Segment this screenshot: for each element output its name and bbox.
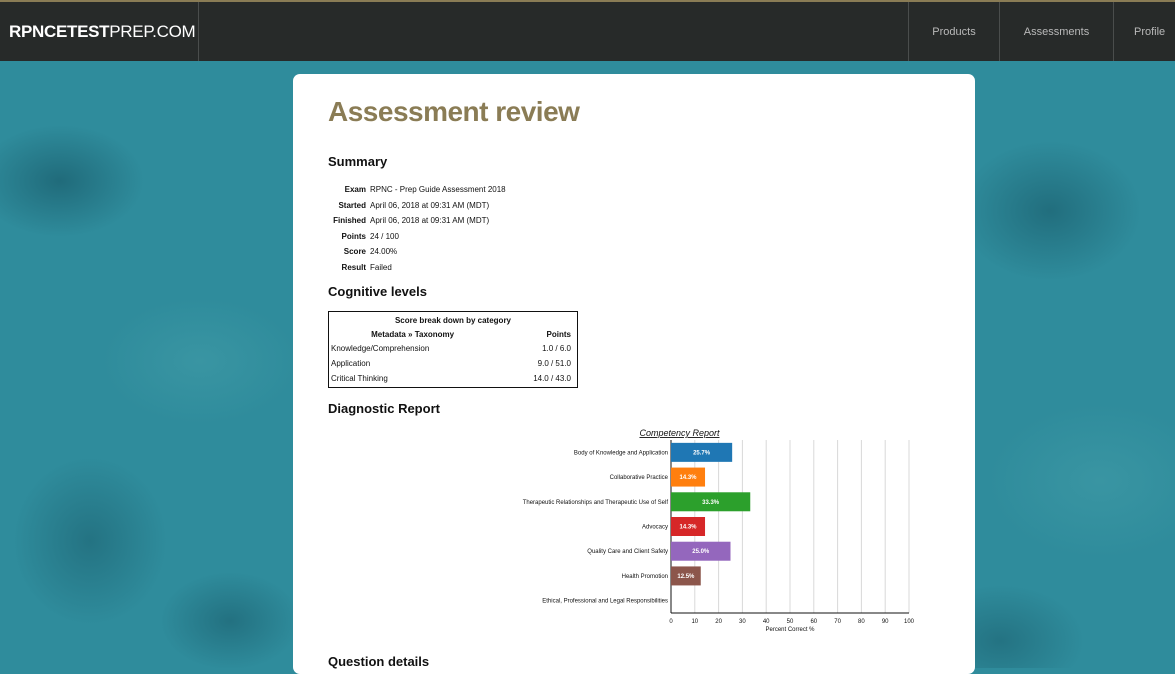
x-tick-label: 50	[787, 619, 794, 625]
x-tick-label: 30	[739, 619, 746, 625]
nav-profile[interactable]: Profile	[1113, 2, 1175, 61]
question-details-heading: Question details	[328, 654, 430, 669]
competency-report-chart: Competency Report 0 10 20 30 40 50 60 70 80 90 100 P…	[523, 428, 915, 633]
x-axis-label: Percent Correct %	[765, 627, 815, 633]
logo-bold-text: RPNCETEST	[9, 21, 110, 41]
x-tick-label: 40	[763, 619, 770, 625]
nav-assessments[interactable]: Assessments	[999, 2, 1113, 61]
category-label: Collaborative Practice	[610, 475, 669, 481]
data-label: 25.0%	[692, 549, 710, 555]
data-label: 14.3%	[680, 525, 698, 531]
category-label: Quality Care and Client Safety	[587, 549, 668, 555]
x-tick-label: 100	[904, 619, 915, 625]
category-label: Therapeutic Relationships and Therapeuti…	[523, 500, 669, 506]
x-tick-label: 20	[715, 619, 722, 625]
top-navigation-bar: RPNCETEST PREP.COM Products Assessments P…	[0, 0, 1175, 61]
category-label: Advocacy	[642, 525, 668, 531]
x-tick-label: 80	[858, 619, 865, 625]
main-nav: Products Assessments Profile	[908, 2, 1175, 61]
x-tick-label: 10	[691, 619, 698, 625]
x-tick-label: 0	[669, 619, 673, 625]
data-label: 14.3%	[680, 475, 698, 481]
nav-products[interactable]: Products	[908, 2, 999, 61]
category-label: Body of Knowledge and Application	[574, 450, 668, 456]
data-label: 25.7%	[693, 450, 711, 456]
category-label: Ethical, Professional and Legal Responsi…	[542, 599, 668, 605]
data-label: 12.5%	[677, 574, 695, 580]
chart-title: Competency Report	[639, 428, 720, 438]
x-tick-label: 60	[810, 619, 817, 625]
data-label: 33.3%	[702, 500, 720, 506]
assessment-review-card: Assessment review Summary Exam RPNC - Pre…	[293, 74, 975, 674]
logo-text: PREP.COM	[109, 21, 196, 41]
category-label: Health Promotion	[622, 574, 668, 580]
site-logo[interactable]: RPNCETEST PREP.COM	[0, 2, 199, 61]
x-tick-label: 70	[834, 619, 841, 625]
x-tick-label: 90	[882, 619, 889, 625]
